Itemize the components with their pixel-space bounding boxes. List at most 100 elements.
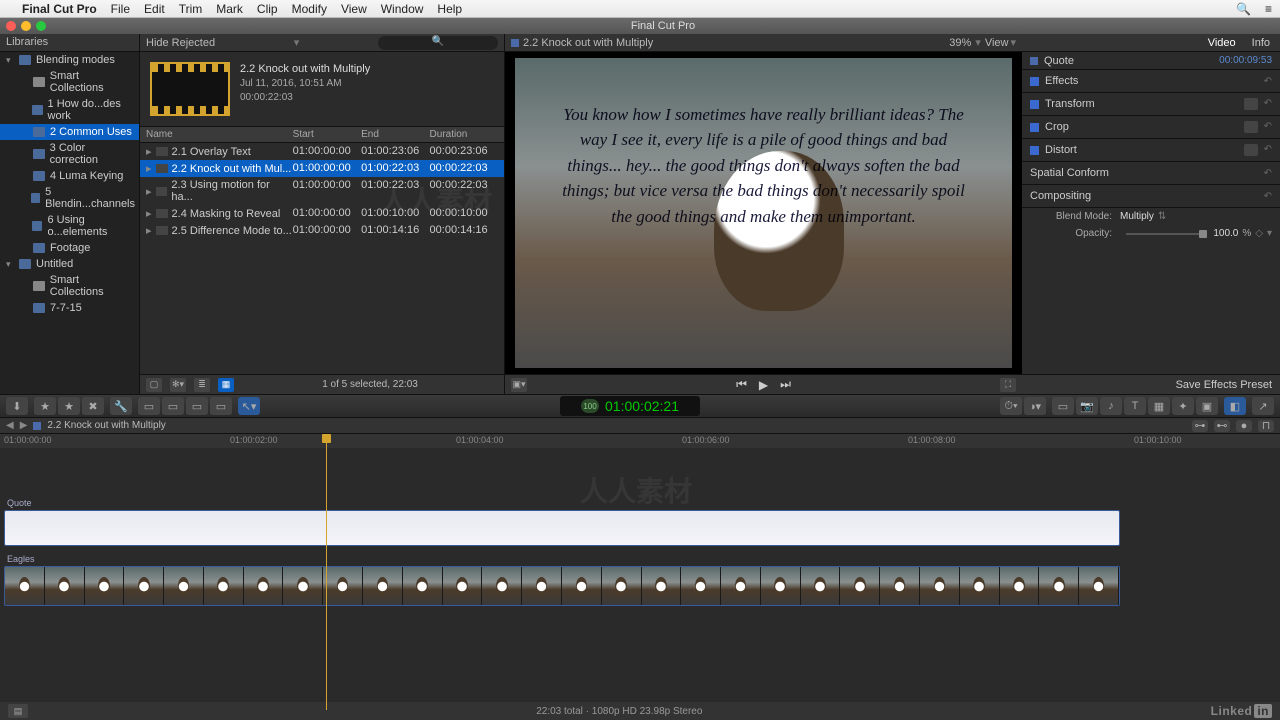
next-edit-button[interactable]: ⏭: [780, 377, 791, 392]
macos-menubar[interactable]: Final Cut Pro File Edit Trim Mark Clip M…: [0, 0, 1280, 18]
append-clip-button[interactable]: ▭: [186, 397, 208, 415]
viewer-zoom[interactable]: 39%: [949, 37, 971, 49]
section-compositing[interactable]: Compositing ↶: [1022, 185, 1280, 208]
menu-mark[interactable]: Mark: [216, 2, 243, 16]
table-row[interactable]: ▸2.1 Overlay Text01:00:00:0001:00:23:060…: [140, 143, 504, 160]
tab-video[interactable]: Video: [1208, 37, 1236, 49]
table-row[interactable]: ▸2.2 Knock out with Mul...01:00:00:0001:…: [140, 160, 504, 177]
playhead[interactable]: [326, 434, 327, 710]
retime-menu[interactable]: ⏱▾: [1000, 397, 1022, 415]
enhance-button[interactable]: 🔧: [110, 397, 132, 415]
photos-browser-button[interactable]: 📷: [1076, 397, 1098, 415]
menu-edit[interactable]: Edit: [144, 2, 165, 16]
opacity-slider[interactable]: [1126, 233, 1207, 235]
hide-rejected-menu[interactable]: Hide Rejected: [146, 37, 215, 49]
clip-thumbnail[interactable]: [150, 62, 230, 116]
col-name[interactable]: Name: [146, 129, 293, 140]
timecode-display[interactable]: 100 01:00:02:21: [560, 396, 700, 416]
sidebar-item[interactable]: ▾Blending modes: [0, 52, 139, 68]
music-browser-button[interactable]: ♪: [1100, 397, 1122, 415]
opacity-value[interactable]: 100.0: [1213, 228, 1238, 239]
snapping-toggle[interactable]: ⊓: [1258, 420, 1274, 432]
filmstrip-area[interactable]: 2.2 Knock out with Multiply Jul 11, 2016…: [140, 52, 504, 126]
clip-table-header[interactable]: Name Start End Duration: [140, 126, 504, 143]
onscreen-controls-icon[interactable]: [1244, 144, 1258, 156]
menu-window[interactable]: Window: [381, 2, 424, 16]
window-zoom-button[interactable]: [36, 21, 46, 31]
chevron-updown-icon[interactable]: ⇅: [1158, 211, 1166, 222]
col-duration[interactable]: Duration: [430, 129, 498, 140]
spotlight-icon[interactable]: 🔍: [1236, 2, 1251, 16]
connect-clip-button[interactable]: ▭: [138, 397, 160, 415]
overwrite-clip-button[interactable]: ▭: [210, 397, 232, 415]
col-start[interactable]: Start: [293, 129, 361, 140]
prev-edit-button[interactable]: ⏮: [736, 377, 747, 392]
import-button[interactable]: ⬇: [6, 397, 28, 415]
sidebar-item[interactable]: Footage: [0, 240, 139, 256]
transform-tool-icon[interactable]: ▣▾: [511, 378, 527, 392]
browser-search-input[interactable]: 🔍: [378, 36, 498, 50]
select-tool[interactable]: ↖▾: [238, 397, 260, 415]
titles-browser-button[interactable]: T: [1124, 397, 1146, 415]
chevron-down-icon[interactable]: ▾: [1267, 228, 1272, 239]
library-tree[interactable]: ▾Blending modesSmart Collections1 How do…: [0, 52, 139, 394]
sidebar-item[interactable]: ▾Untitled: [0, 256, 139, 272]
section-effects[interactable]: Effects ↶: [1022, 70, 1280, 93]
chevron-down-icon[interactable]: ▾: [294, 36, 300, 49]
clip-settings-menu[interactable]: ◑▾: [1024, 397, 1046, 415]
reset-icon[interactable]: ↶: [1264, 121, 1272, 133]
skimming-toggle[interactable]: ⊶: [1192, 420, 1208, 432]
menu-trim[interactable]: Trim: [179, 2, 203, 16]
sidebar-item[interactable]: 4 Luma Keying: [0, 168, 139, 184]
table-row[interactable]: ▸2.4 Masking to Reveal01:00:00:0001:00:1…: [140, 205, 504, 222]
filmstrip-view-icon[interactable]: ▦: [218, 378, 234, 392]
keyword-button[interactable]: ★: [34, 397, 56, 415]
timeline-history-back[interactable]: ◀: [6, 420, 14, 431]
timeline-index-button[interactable]: ▤: [8, 704, 28, 718]
sidebar-item[interactable]: Smart Collections: [0, 68, 139, 96]
action-menu-icon[interactable]: ✻▾: [170, 378, 186, 392]
reset-icon[interactable]: ↶: [1264, 98, 1272, 110]
menu-help[interactable]: Help: [437, 2, 462, 16]
timeline-ruler[interactable]: 01:00:00:0001:00:02:0001:00:04:0001:00:0…: [0, 434, 1280, 448]
media-library-button[interactable]: ▭: [1052, 397, 1074, 415]
menu-modify[interactable]: Modify: [292, 2, 327, 16]
chevron-down-icon[interactable]: ▾: [1010, 36, 1016, 49]
onscreen-controls-icon[interactable]: [1244, 98, 1258, 110]
reset-icon[interactable]: ↶: [1264, 76, 1272, 87]
app-menu[interactable]: Final Cut Pro: [22, 2, 97, 16]
transform-toggle[interactable]: [1030, 100, 1039, 109]
sidebar-item[interactable]: 3 Color correction: [0, 140, 139, 168]
solo-toggle[interactable]: ●: [1236, 420, 1252, 432]
sidebar-item[interactable]: 6 Using o...elements: [0, 212, 139, 240]
import-icon[interactable]: ▢: [146, 378, 162, 392]
play-button[interactable]: ▶: [759, 378, 768, 392]
menu-extras-icon[interactable]: ≡: [1265, 2, 1272, 16]
reset-icon[interactable]: ↶: [1264, 168, 1272, 179]
crop-toggle[interactable]: [1030, 123, 1039, 132]
onscreen-controls-icon[interactable]: [1244, 121, 1258, 133]
effects-browser-button[interactable]: ▣: [1196, 397, 1218, 415]
col-end[interactable]: End: [361, 129, 429, 140]
list-view-icon[interactable]: ≣: [194, 378, 210, 392]
generators-browser-button[interactable]: ▦: [1148, 397, 1170, 415]
share-button[interactable]: ↗: [1252, 397, 1274, 415]
timeline-history-fwd[interactable]: ▶: [20, 420, 28, 431]
audio-skimming-toggle[interactable]: ⊷: [1214, 420, 1230, 432]
fullscreen-icon[interactable]: ⛶: [1000, 378, 1016, 392]
reset-icon[interactable]: ↶: [1264, 191, 1272, 202]
table-row[interactable]: ▸2.5 Difference Mode to...01:00:00:0001:…: [140, 222, 504, 239]
sidebar-item[interactable]: 5 Blendin...channels: [0, 184, 139, 212]
window-close-button[interactable]: [6, 21, 16, 31]
menu-file[interactable]: File: [111, 2, 130, 16]
reset-icon[interactable]: ↶: [1264, 144, 1272, 156]
reject-button[interactable]: ✖: [82, 397, 104, 415]
insert-clip-button[interactable]: ▭: [162, 397, 184, 415]
section-transform[interactable]: Transform ↶: [1022, 93, 1280, 116]
section-spatial-conform[interactable]: Spatial Conform ↶: [1022, 162, 1280, 185]
themes-browser-button[interactable]: ✦: [1172, 397, 1194, 415]
inspector-toggle[interactable]: ◧: [1224, 397, 1246, 415]
section-crop[interactable]: Crop ↶: [1022, 116, 1280, 139]
table-row[interactable]: ▸2.3 Using motion for ha...01:00:00:0001…: [140, 177, 504, 205]
menu-clip[interactable]: Clip: [257, 2, 278, 16]
